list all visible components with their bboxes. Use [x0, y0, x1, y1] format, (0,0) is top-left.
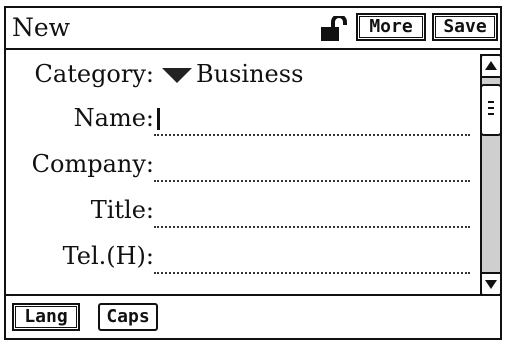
window-title: New	[12, 13, 71, 42]
dropdown-triangle-icon[interactable]	[162, 68, 192, 83]
company-row: Company:	[6, 144, 476, 188]
lang-button[interactable]: Lang	[12, 303, 80, 331]
form-content: Category: Business Name: Company: Title:…	[6, 50, 476, 298]
name-input[interactable]	[154, 134, 470, 136]
tel-home-label: Tel.(H):	[62, 242, 154, 270]
more-button[interactable]: More	[356, 13, 426, 41]
save-button[interactable]: Save	[432, 13, 498, 41]
scrollbar-thumb[interactable]	[480, 84, 502, 136]
scroll-down-arrow-icon[interactable]	[480, 272, 502, 296]
scroll-up-arrow-icon[interactable]	[480, 54, 502, 78]
category-row: Category: Business	[6, 54, 476, 98]
title-label: Title:	[90, 196, 154, 224]
title-input[interactable]	[154, 226, 470, 228]
bottom-toolbar: Lang Caps	[6, 294, 500, 338]
title-row: Title:	[6, 190, 476, 234]
title-bar: New More Save	[6, 8, 500, 50]
tel-home-row: Tel.(H):	[6, 236, 476, 280]
category-value[interactable]: Business	[196, 60, 303, 88]
text-cursor	[157, 108, 160, 130]
tel-home-input[interactable]	[154, 272, 470, 274]
name-row: Name:	[6, 98, 476, 142]
name-label: Name:	[73, 104, 154, 132]
caps-button[interactable]: Caps	[98, 303, 158, 331]
new-record-window: New More Save Category: Business Name: C…	[4, 6, 502, 340]
unlocked-padlock-icon[interactable]	[320, 16, 352, 42]
category-label: Category:	[34, 60, 154, 88]
company-label: Company:	[31, 150, 154, 178]
company-input[interactable]	[154, 180, 470, 182]
